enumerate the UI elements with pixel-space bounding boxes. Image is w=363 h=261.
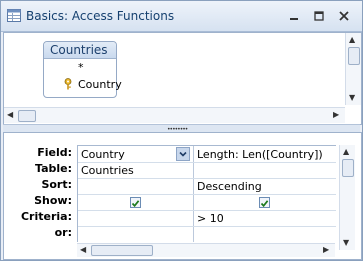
scrollbar-thumb[interactable] [342,159,354,177]
row-label-criteria: Criteria: [20,210,72,223]
maximize-icon[interactable] [312,9,326,23]
grid-vertical-scrollbar[interactable]: ▲ ▼ [339,145,355,250]
table-pane-horizontal-scrollbar[interactable]: ◀ ▶ [4,107,345,123]
scrollbar-thumb[interactable] [18,110,36,122]
grid-cell-sort[interactable]: Descending [197,180,262,193]
minimize-icon[interactable] [287,9,301,23]
checkmark-icon [260,200,269,208]
scrollbar-thumb[interactable] [348,47,360,65]
row-divider [78,210,336,211]
scroll-down-icon[interactable]: ▼ [349,93,355,103]
title-bar[interactable]: Basics: Access Functions [1,1,362,32]
table-field-list[interactable]: Countries * Country [43,41,122,98]
row-divider [78,162,336,163]
show-checkbox[interactable] [259,197,270,208]
grid-cell-field[interactable]: Country [81,148,125,161]
row-divider [78,226,336,227]
scroll-right-icon[interactable]: ▶ [333,110,339,120]
grid-cell-table[interactable]: Countries [81,164,134,177]
row-label-table: Table: [34,162,72,175]
grid-horizontal-scrollbar[interactable]: ◀ ▶ [77,243,335,257]
show-checkbox[interactable] [130,197,141,208]
row-label-show: Show: [34,194,72,207]
design-grid-pane: Field: Table: Sort: Show: Criteria: or: … [3,132,362,260]
field-dropdown-button[interactable] [176,147,190,161]
row-label-or: or: [54,226,72,239]
row-divider [78,178,336,179]
table-name[interactable]: Countries [44,42,116,59]
query-design-window: Basics: Access Functions Countries * Cou [0,0,363,261]
table-pane: Countries * Country ▲ ▼ ◀ ▶ [3,32,362,125]
field-all[interactable]: * [78,61,84,74]
grid-cell-field[interactable]: Length: Len([Country]) [197,148,323,161]
table-pane-vertical-scrollbar[interactable]: ▲ ▼ [345,33,361,105]
row-divider [78,194,336,195]
scroll-right-icon[interactable]: ▶ [323,245,329,255]
scroll-left-icon[interactable]: ◀ [7,110,13,120]
design-grid: Country Countries Length: Len([Country])… [77,145,336,242]
scroll-down-icon[interactable]: ▼ [343,238,349,248]
field-country[interactable]: Country [78,78,122,91]
close-icon[interactable] [337,9,351,23]
row-label-field: Field: [37,146,72,159]
grid-cell-criteria[interactable]: > 10 [197,212,224,225]
scroll-up-icon[interactable]: ▲ [343,147,349,157]
row-label-sort: Sort: [41,178,72,191]
chevron-down-icon [179,151,187,157]
scroll-left-icon[interactable]: ◀ [80,245,86,255]
query-icon [7,9,21,25]
scrollbar-thumb[interactable] [91,245,153,256]
scroll-up-icon[interactable]: ▲ [349,35,355,45]
checkmark-icon [131,200,140,208]
window-title: Basics: Access Functions [26,9,175,23]
primary-key-icon [63,78,73,93]
